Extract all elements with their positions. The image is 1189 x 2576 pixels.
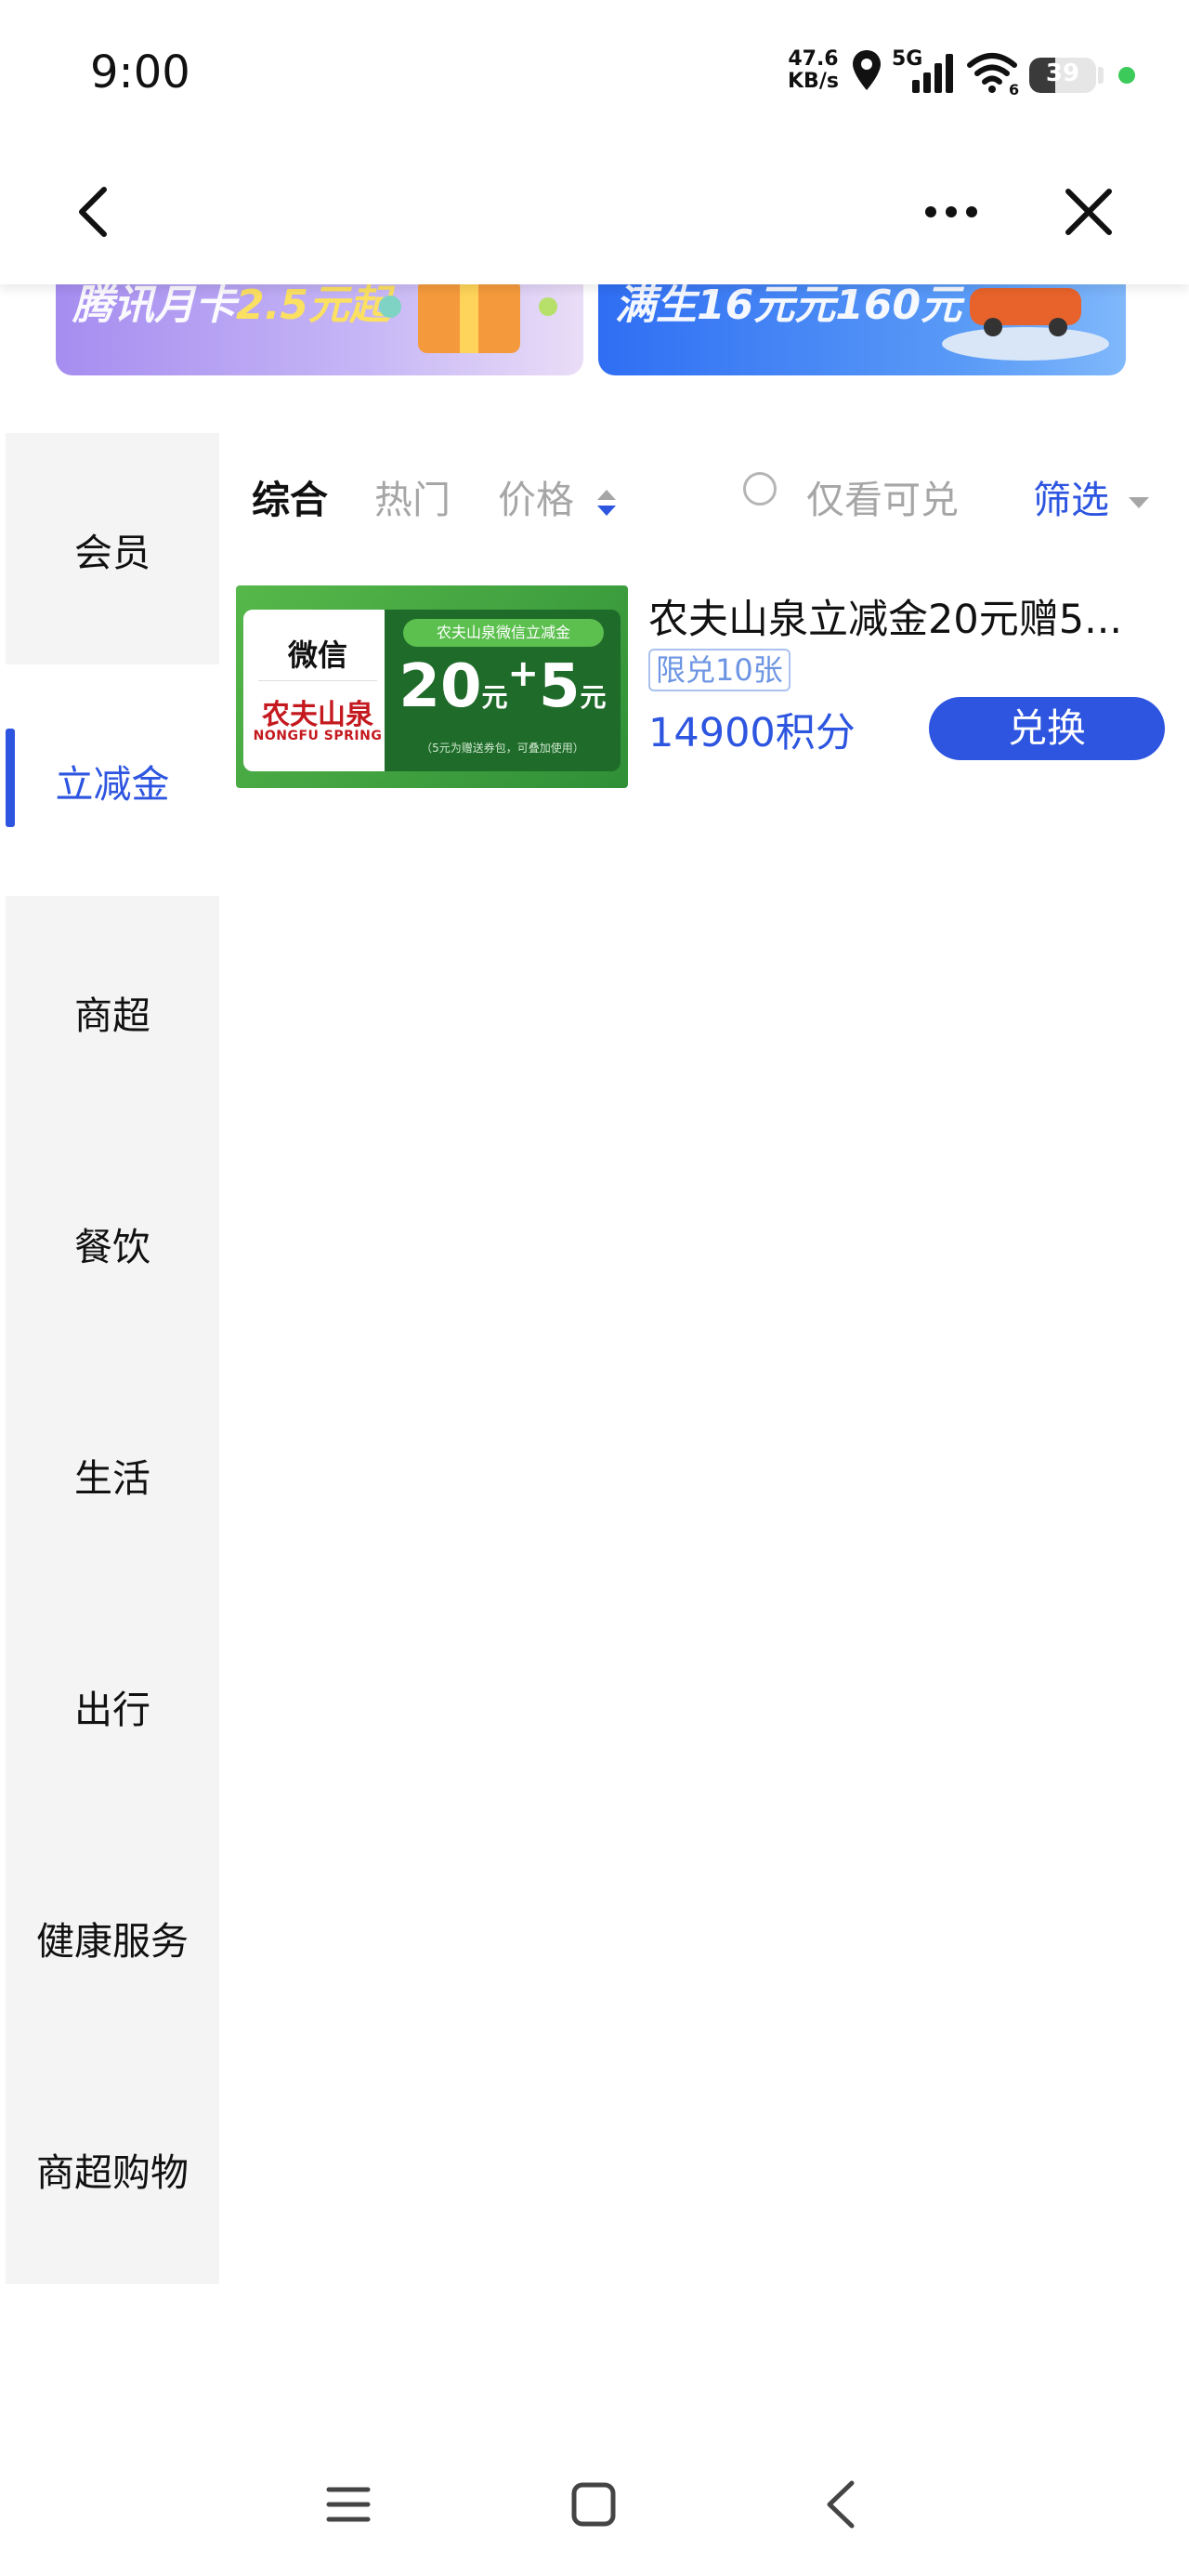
more-horizontal-icon: [925, 206, 977, 217]
sidebar-item-instant-discount[interactable]: 立减金: [6, 664, 219, 896]
product-points: 14900积分: [648, 710, 856, 756]
sort-tab-comprehensive[interactable]: 综合: [252, 468, 328, 524]
privacy-indicator-dot: [1118, 67, 1135, 84]
filter-button-label: 筛选: [1033, 478, 1109, 522]
sidebar-item-label: 立减金: [55, 761, 170, 807]
thumbnail-voucher-panel: 农夫山泉微信立减金 20元+5元 （5元为赠送券包，可叠加使用）: [385, 610, 621, 771]
thumbnail-amount-main: 20: [399, 652, 482, 721]
category-sidebar: 会员 立减金 商超 餐饮 生活 出行 健康服务 商超购物: [6, 433, 219, 2284]
sidebar-item-life[interactable]: 生活: [6, 1359, 219, 1590]
system-back-button[interactable]: [808, 2472, 873, 2537]
gift-box-icon: [379, 279, 557, 353]
chevron-left-icon: [79, 187, 107, 237]
network-speed: 47.6 KB/s: [788, 48, 839, 93]
network-speed-value: 47.6: [788, 47, 839, 71]
sidebar-active-indicator: [6, 729, 15, 827]
only-available-radio[interactable]: [743, 472, 777, 506]
thumbnail-brand-panel: 微信 农夫山泉 NONGFU SPRING: [243, 610, 392, 771]
sort-tab-popular[interactable]: 热门: [374, 468, 451, 524]
sidebar-item-label: 生活: [74, 1455, 150, 1501]
promo-banner-right[interactable]: 满生16元元160元: [598, 279, 1126, 375]
sidebar-item-health[interactable]: 健康服务: [6, 1821, 219, 2053]
close-icon: [1065, 189, 1112, 235]
filter-button[interactable]: 筛选: [1033, 468, 1151, 524]
sidebar-item-label: 出行: [74, 1687, 150, 1732]
sidebar-item-label: 健康服务: [36, 1918, 189, 1964]
sidebar-item-travel[interactable]: 出行: [6, 1590, 219, 1821]
back-button[interactable]: [58, 177, 128, 247]
product-thumbnail: 微信 农夫山泉 NONGFU SPRING 农夫山泉微信立减金 20元+5元 （…: [236, 585, 628, 788]
sidebar-item-shopping[interactable]: 商超购物: [6, 2053, 219, 2284]
sidebar-item-dining[interactable]: 餐饮: [6, 1127, 219, 1359]
redeem-button[interactable]: 兑换: [929, 697, 1165, 760]
close-button[interactable]: [1053, 177, 1124, 247]
only-available-label[interactable]: 仅看可兑: [806, 468, 959, 524]
limit-badge: 限兑10张: [648, 649, 790, 691]
cellular-signal-icon: 5G: [892, 45, 957, 97]
battery-nub: [1098, 67, 1104, 84]
promo-banner-left[interactable]: 腾讯月卡2.5元起: [56, 279, 583, 375]
product-card[interactable]: 微信 农夫山泉 NONGFU SPRING 农夫山泉微信立减金 20元+5元 （…: [236, 585, 1165, 790]
status-time: 9:00: [90, 46, 190, 99]
recent-apps-button[interactable]: [316, 2472, 381, 2537]
dropdown-arrow-icon: [1129, 497, 1150, 508]
home-button[interactable]: [561, 2472, 626, 2537]
sort-tab-price[interactable]: 价格: [498, 468, 618, 524]
thumbnail-divider: [258, 680, 377, 681]
network-type-label: 5G: [892, 47, 922, 71]
system-nav-bar: [0, 2453, 1189, 2556]
wifi-badge: 6: [1009, 81, 1019, 97]
thumbnail-brand-en: NONGFU SPRING: [253, 729, 383, 743]
product-title[interactable]: 农夫山泉立减金20元赠5...: [648, 587, 1150, 645]
more-button[interactable]: [916, 177, 986, 247]
sidebar-item-label: 会员: [74, 530, 150, 575]
sidebar-item-label: 商超: [74, 992, 150, 1038]
thumbnail-unit-a: 元: [481, 682, 508, 713]
thumbnail-pill: 农夫山泉微信立减金: [403, 619, 604, 647]
thumbnail-note: （5元为赠送券包，可叠加使用）: [421, 742, 584, 755]
thumbnail-unit-b: 元: [580, 682, 607, 713]
home-square-icon: [571, 2482, 616, 2527]
sidebar-item-membership[interactable]: 会员: [6, 433, 219, 664]
car-icon: [942, 288, 1109, 361]
thumbnail-wechat-label: 微信: [287, 637, 347, 673]
location-icon: [850, 45, 883, 97]
network-speed-unit: KB/s: [788, 70, 839, 93]
thumbnail-amount-bonus: 5: [539, 652, 581, 721]
sort-toggle-icon: [597, 490, 617, 516]
thumbnail-amount: 20元+5元: [385, 652, 621, 721]
sidebar-item-label: 餐饮: [74, 1224, 150, 1269]
menu-icon: [326, 2487, 371, 2522]
back-triangle-icon: [827, 2480, 855, 2529]
wifi-icon: 6: [966, 45, 1022, 97]
sort-tab-price-label: 价格: [498, 478, 574, 522]
sidebar-item-label: 商超购物: [36, 2149, 189, 2195]
battery-level-text: 39: [1045, 59, 1080, 87]
thumbnail-plus: +: [507, 652, 540, 695]
battery-icon: 39: [1029, 58, 1096, 93]
app-header: [0, 139, 1189, 284]
filter-bar: 综合 热门 价格 仅看可兑 筛选: [219, 433, 1189, 554]
sidebar-item-supermarket[interactable]: 商超: [6, 896, 219, 1127]
thumbnail-brand-cn: 农夫山泉: [262, 699, 373, 731]
promo-banner-left-text-a: 腾讯月卡: [72, 282, 236, 329]
promo-banner-left-text: 腾讯月卡2.5元起: [72, 279, 390, 331]
status-bar: 9:00 47.6 KB/s 5G 6 39: [0, 0, 1189, 139]
